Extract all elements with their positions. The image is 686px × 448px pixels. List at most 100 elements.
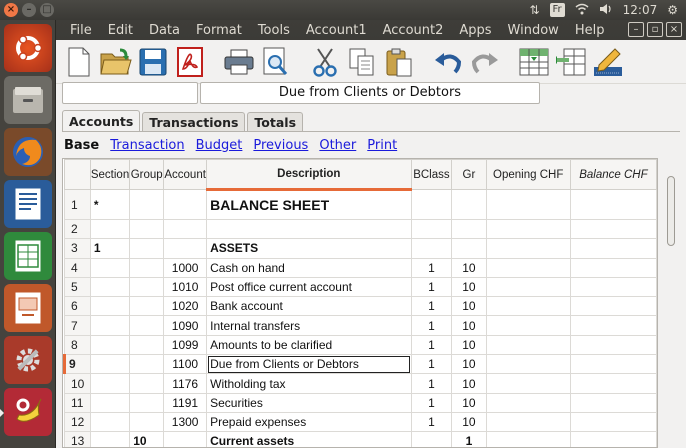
cell-bclass[interactable]: 1 xyxy=(410,411,453,433)
cell-balance[interactable] xyxy=(569,189,657,220)
cell-account[interactable]: 1100 xyxy=(163,354,208,375)
cell-balance[interactable] xyxy=(569,354,657,375)
table-row[interactable]: 10 1176 Witholding tax 1 10 xyxy=(64,373,657,394)
cell-gr[interactable] xyxy=(451,218,487,240)
menu-format[interactable]: Format xyxy=(188,23,250,38)
cell-opening[interactable] xyxy=(485,296,571,317)
redo-icon[interactable] xyxy=(468,45,502,79)
table-row[interactable]: 6 1020 Bank account 1 10 xyxy=(64,296,657,317)
delete-row-icon[interactable] xyxy=(554,45,588,79)
tab-totals[interactable]: Totals xyxy=(247,112,304,132)
cell-bclass[interactable] xyxy=(410,218,453,240)
cell-bclass[interactable]: 1 xyxy=(410,373,453,394)
writer-icon[interactable] xyxy=(4,180,52,228)
table-row[interactable]: 1 * BALANCE SHEET xyxy=(64,189,657,220)
cell-balance[interactable] xyxy=(569,276,657,298)
cell-account[interactable]: 1191 xyxy=(163,392,208,413)
cell-bclass[interactable]: 1 xyxy=(410,315,453,336)
ubuntu-dash-icon[interactable] xyxy=(4,24,52,72)
column-header-gr[interactable]: Gr xyxy=(451,159,487,190)
cell-bclass[interactable] xyxy=(410,431,453,447)
cell-gr[interactable]: 10 xyxy=(451,354,487,375)
cell-reference-field[interactable] xyxy=(62,82,198,104)
cell-opening[interactable] xyxy=(485,315,571,336)
cell-account[interactable] xyxy=(163,189,208,220)
cell-account[interactable]: 1000 xyxy=(163,257,208,278)
cell-gr[interactable]: 10 xyxy=(451,315,487,336)
cell-account[interactable]: 1010 xyxy=(163,276,208,298)
insert-row-icon[interactable] xyxy=(517,45,551,79)
minimize-window-button[interactable]: – xyxy=(22,3,36,17)
cell-group[interactable] xyxy=(129,411,165,433)
column-header-balance[interactable]: Balance CHF xyxy=(569,159,657,190)
cell-account[interactable]: 1176 xyxy=(163,373,208,394)
cell-balance[interactable] xyxy=(569,431,657,447)
copy-icon[interactable] xyxy=(345,45,379,79)
network-icon[interactable]: ⇅ xyxy=(529,3,539,17)
cell-bclass[interactable]: 1 xyxy=(410,354,453,375)
column-header-bclass[interactable]: BClass xyxy=(410,159,453,190)
cell-balance[interactable] xyxy=(569,238,657,259)
cell-description[interactable]: Bank account xyxy=(206,296,412,317)
maximize-window-button[interactable]: □ xyxy=(40,3,54,17)
cell-balance[interactable] xyxy=(569,257,657,278)
menu-tools[interactable]: Tools xyxy=(250,23,298,38)
cell-gr[interactable]: 1 xyxy=(451,431,487,447)
cell-description[interactable]: ASSETS xyxy=(206,238,412,259)
cell-section[interactable] xyxy=(89,257,131,278)
cell-opening[interactable] xyxy=(485,334,571,356)
cell-opening[interactable] xyxy=(485,218,571,240)
cell-description[interactable]: Securities xyxy=(206,392,412,413)
table-row[interactable]: 3 1 ASSETS xyxy=(64,238,657,259)
banana-accounting-icon[interactable] xyxy=(0,388,52,436)
cell-account[interactable]: 1099 xyxy=(163,334,208,356)
view-base[interactable]: Base xyxy=(64,138,99,153)
cell-description[interactable]: Internal transfers xyxy=(206,315,412,336)
view-transaction-link[interactable]: Transaction xyxy=(110,138,184,153)
cell-section[interactable] xyxy=(89,315,131,336)
cell-account[interactable] xyxy=(163,238,208,259)
cell-group[interactable] xyxy=(129,315,165,336)
cut-icon[interactable] xyxy=(308,45,342,79)
cell-gr[interactable]: 10 xyxy=(451,276,487,298)
cell-account[interactable]: 1020 xyxy=(163,296,208,317)
cell-balance[interactable] xyxy=(569,315,657,336)
cell-group[interactable] xyxy=(129,373,165,394)
cell-account[interactable] xyxy=(163,431,208,447)
power-gear-icon[interactable]: ⚙ xyxy=(667,3,678,17)
cell-account[interactable]: 1090 xyxy=(163,315,208,336)
cell-group[interactable] xyxy=(129,392,165,413)
cell-section[interactable] xyxy=(89,354,131,375)
menu-account1[interactable]: Account1 xyxy=(298,23,375,38)
menu-apps[interactable]: Apps xyxy=(451,23,499,38)
tab-transactions[interactable]: Transactions xyxy=(142,112,246,132)
doc-close-button[interactable]: × xyxy=(666,22,682,37)
cell-group[interactable] xyxy=(129,218,165,240)
cell-bclass[interactable] xyxy=(410,189,453,220)
doc-minimize-button[interactable]: – xyxy=(628,22,644,37)
cell-opening[interactable] xyxy=(485,238,571,259)
cell-section[interactable] xyxy=(89,276,131,298)
keyboard-layout-indicator[interactable]: Fr xyxy=(549,3,565,17)
cell-gr[interactable]: 10 xyxy=(451,392,487,413)
table-row[interactable]: 11 1191 Securities 1 10 xyxy=(64,392,657,413)
menu-data[interactable]: Data xyxy=(141,23,188,38)
column-header-group[interactable]: Group xyxy=(129,159,165,190)
cell-section[interactable] xyxy=(89,431,131,447)
cell-balance[interactable] xyxy=(569,411,657,433)
view-previous-link[interactable]: Previous xyxy=(253,138,308,153)
cell-description[interactable]: Post office current account xyxy=(206,276,412,298)
edit-pencil-icon[interactable] xyxy=(591,45,625,79)
cell-group[interactable] xyxy=(129,334,165,356)
tab-accounts[interactable]: Accounts xyxy=(62,110,141,132)
cell-account[interactable] xyxy=(163,218,208,240)
cell-group[interactable] xyxy=(129,354,165,375)
cell-balance[interactable] xyxy=(569,296,657,317)
cell-description[interactable]: Current assets xyxy=(206,431,412,447)
cell-description[interactable]: Prepaid expenses xyxy=(206,411,412,433)
cell-description[interactable]: Witholding tax xyxy=(206,373,412,394)
cell-section[interactable] xyxy=(89,392,131,413)
table-row[interactable]: 7 1090 Internal transfers 1 10 xyxy=(64,315,657,336)
column-header-description[interactable]: Description xyxy=(206,159,412,191)
cell-section[interactable] xyxy=(89,218,131,240)
